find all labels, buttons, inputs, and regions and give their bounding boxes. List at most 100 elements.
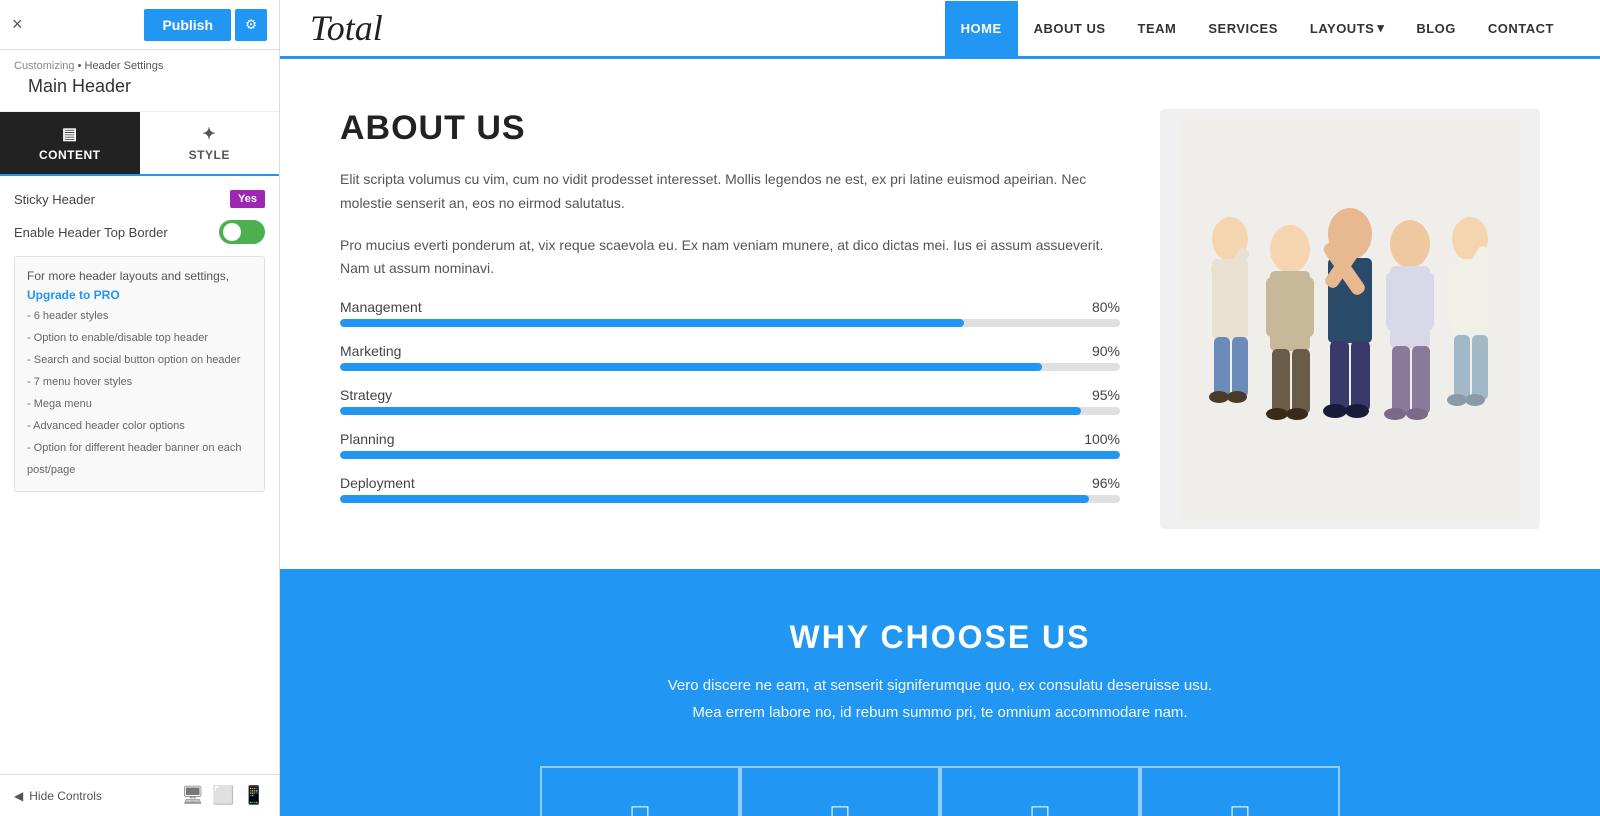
why-card-1-icon: □ (562, 798, 718, 816)
nav-item-layouts[interactable]: LAYOUTS ▾ (1294, 0, 1400, 56)
top-border-toggle[interactable]: ON (219, 220, 265, 244)
skill-name: Planning (340, 431, 395, 447)
feature-item: Search and social button option on heade… (27, 349, 252, 371)
publish-button[interactable]: Publish (144, 9, 231, 41)
skill-percent: 100% (1084, 431, 1120, 447)
tablet-icon[interactable]: ⬜ (212, 785, 234, 806)
skill-management: Management 80% (340, 299, 1120, 327)
style-tab-label: STYLE (189, 148, 230, 162)
chevron-left-icon: ◀ (14, 789, 23, 803)
tab-style[interactable]: ✦ STYLE (140, 112, 280, 174)
feature-item: Option to enable/disable top header (27, 327, 252, 349)
panel-content-area: Sticky Header Yes Enable Header Top Bord… (0, 176, 279, 774)
info-box: For more header layouts and settings, Up… (14, 256, 265, 492)
nav-item-services[interactable]: SERVICES (1192, 1, 1294, 56)
about-text-column: ABOUT US Elit scripta volumus cu vim, cu… (340, 109, 1120, 529)
why-choose-us-title: WHY CHOOSE US (340, 619, 1540, 656)
skill-strategy: Strategy 95% (340, 387, 1120, 415)
skill-bar-fill (340, 451, 1120, 459)
panel-title: Main Header (14, 72, 265, 107)
panel-top-bar: × Publish ⚙ (0, 0, 279, 50)
about-image-column (1160, 109, 1540, 529)
sticky-header-label: Sticky Header (14, 192, 95, 207)
feature-item: 7 menu hover styles (27, 371, 252, 393)
about-title: ABOUT US (340, 109, 1120, 148)
why-card-4: □ (1140, 766, 1340, 816)
about-paragraph-1: Elit scripta volumus cu vim, cum no vidi… (340, 168, 1120, 216)
gear-icon: ⚙ (245, 17, 257, 33)
upgrade-pro-link[interactable]: Upgrade to PRO (27, 288, 120, 302)
skill-name: Management (340, 299, 422, 315)
about-team-image (1160, 109, 1540, 529)
content-tab-label: CONTENT (39, 148, 101, 162)
dropdown-arrow-icon: ▾ (1377, 20, 1384, 36)
nav-item-team[interactable]: TEAM (1122, 1, 1193, 56)
skill-bar-fill (340, 319, 964, 327)
tab-content[interactable]: ▤ CONTENT (0, 112, 140, 174)
site-navigation: HOME ABOUT US TEAM SERVICES LAYOUTS ▾ BL… (945, 0, 1570, 56)
why-card-2-icon: □ (762, 798, 918, 816)
nav-item-contact[interactable]: CONTACT (1472, 1, 1570, 56)
about-paragraph-2: Pro mucius everti ponderum at, vix reque… (340, 234, 1120, 282)
sticky-header-badge[interactable]: Yes (230, 190, 265, 208)
desktop-icon[interactable]: 🖥 (181, 785, 204, 806)
sticky-header-setting: Sticky Header Yes (14, 190, 265, 208)
breadcrumb-text: Customizing • Header Settings (14, 60, 265, 72)
nav-item-home[interactable]: HOME (945, 1, 1018, 56)
hide-controls-button[interactable]: ◀ Hide Controls (14, 789, 102, 803)
toggle-on-label: ON (224, 224, 239, 235)
skill-bar-fill (340, 407, 1081, 415)
skill-percent: 95% (1092, 387, 1120, 403)
why-card-3: □ (940, 766, 1140, 816)
why-card-2: □ (740, 766, 940, 816)
skill-name: Marketing (340, 343, 401, 359)
site-preview: Total HOME ABOUT US TEAM SERVICES LAYOUT… (280, 0, 1600, 816)
info-text: For more header layouts and settings, (27, 269, 229, 283)
feature-item: Option for different header banner on ea… (27, 437, 252, 481)
feature-item: Advanced header color options (27, 415, 252, 437)
hide-controls-label: Hide Controls (29, 789, 102, 803)
settings-gear-button[interactable]: ⚙ (235, 9, 267, 41)
panel-tabs: ▤ CONTENT ✦ STYLE (0, 112, 279, 176)
skill-bar-bg (340, 319, 1120, 327)
why-subtitle-line2: Mea errem labore no, id rebum summo pri,… (340, 699, 1540, 726)
skill-marketing: Marketing 90% (340, 343, 1120, 371)
site-header: Total HOME ABOUT US TEAM SERVICES LAYOUT… (280, 0, 1600, 59)
skill-name: Strategy (340, 387, 392, 403)
breadcrumb-parent[interactable]: Customizing (14, 60, 75, 72)
skill-name: Deployment (340, 475, 415, 491)
why-card-3-icon: □ (962, 798, 1118, 816)
content-tab-icon: ▤ (62, 124, 78, 144)
skill-bar-fill (340, 363, 1042, 371)
device-switcher: 🖥 ⬜ 📱 (181, 785, 265, 806)
close-button[interactable]: × (12, 14, 23, 35)
panel-bottom-bar: ◀ Hide Controls 🖥 ⬜ 📱 (0, 774, 279, 816)
feature-item: Mega menu (27, 393, 252, 415)
skill-bar-bg (340, 363, 1120, 371)
publish-area: Publish ⚙ (144, 9, 267, 41)
nav-item-about[interactable]: ABOUT US (1018, 1, 1122, 56)
about-section: ABOUT US Elit scripta volumus cu vim, cu… (280, 59, 1600, 569)
why-choose-us-section: WHY CHOOSE US Vero discere ne eam, at se… (280, 569, 1600, 816)
why-card-4-icon: □ (1162, 798, 1318, 816)
skills-container: Management 80% Marketing 90% (340, 299, 1120, 503)
why-cards-row: □ □ □ □ (340, 766, 1540, 816)
skill-bar-bg (340, 407, 1120, 415)
feature-item: 6 header styles (27, 305, 252, 327)
why-card-1: □ (540, 766, 740, 816)
breadcrumb-current: Header Settings (85, 60, 164, 72)
breadcrumb-separator: • (75, 60, 85, 72)
toggle-slider: ON (219, 220, 265, 244)
customizer-panel: × Publish ⚙ Customizing • Header Setting… (0, 0, 280, 816)
breadcrumb: Customizing • Header Settings Main Heade… (0, 50, 279, 112)
skill-percent: 96% (1092, 475, 1120, 491)
skill-deployment: Deployment 96% (340, 475, 1120, 503)
mobile-icon[interactable]: 📱 (243, 785, 265, 806)
skill-bar-bg (340, 451, 1120, 459)
nav-item-blog[interactable]: BLOG (1400, 1, 1472, 56)
top-border-label: Enable Header Top Border (14, 225, 168, 240)
people-illustration (1180, 119, 1520, 519)
skill-percent: 90% (1092, 343, 1120, 359)
site-logo: Total (310, 7, 383, 49)
skill-percent: 80% (1092, 299, 1120, 315)
